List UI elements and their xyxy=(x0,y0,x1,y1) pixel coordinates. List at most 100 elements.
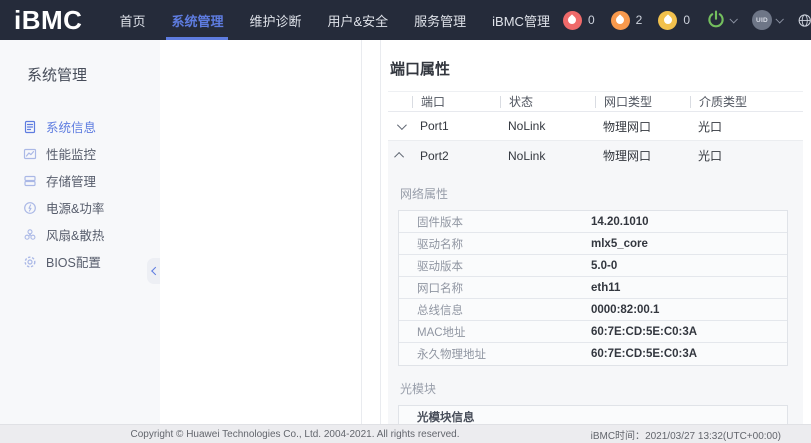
sidebar-menu: 系统信息 性能监控 存储管理 xyxy=(0,113,160,275)
minor-alarm-count: 0 xyxy=(683,13,690,27)
sidebar-item-performance-monitor[interactable]: 性能监控 xyxy=(0,140,160,167)
language-selector[interactable]: 中文 xyxy=(798,1,811,39)
power-icon xyxy=(23,201,37,215)
column-header-port-type: 网口类型 xyxy=(595,96,690,108)
row-label: 总线信息 xyxy=(399,302,591,318)
nav-item-ibmc-management[interactable]: iBMC管理 xyxy=(479,0,563,40)
row-value: 14.20.1010 xyxy=(591,216,649,228)
network-properties-table: 固件版本 14.20.1010 驱动名称 mlx5_core 驱动版本 5.0-… xyxy=(398,210,788,366)
table-row-port2[interactable]: Port2 NoLink 物理网口 光口 xyxy=(388,141,803,170)
table-row: 网口名称 eth11 xyxy=(399,277,787,299)
table-row: 驱动名称 mlx5_core xyxy=(399,233,787,255)
sidebar-item-label: 风扇&散热 xyxy=(46,225,104,244)
ibmc-logo: iBMC xyxy=(14,0,82,40)
power-control-dropdown[interactable] xyxy=(706,10,736,30)
navbar-status-cluster: 0 2 0 UID xyxy=(563,1,811,39)
sidebar-item-power-wattage[interactable]: 电源&功率 xyxy=(0,194,160,221)
port-table-header: 端口 状态 网口类型 介质类型 xyxy=(388,91,803,112)
nav-item-service-management[interactable]: 服务管理 xyxy=(401,0,479,40)
port-type: 物理网口 xyxy=(595,147,690,164)
ibmc-time-label: iBMC时间： xyxy=(591,431,645,442)
sidebar-item-label: 系统信息 xyxy=(46,117,96,136)
port-status: NoLink xyxy=(500,119,595,133)
column-header-media-type: 介质类型 xyxy=(690,96,803,108)
port-media: 光口 xyxy=(690,147,803,164)
row-label: MAC地址 xyxy=(399,324,591,340)
optical-module-info-subheader: 光模块信息 xyxy=(399,406,787,424)
optical-module-table: 光模块信息 厂商 WTD 序列号 HN205200110043 xyxy=(398,405,788,424)
ibmc-time: iBMC时间：2021/03/27 13:32(UTC+00:00) xyxy=(590,427,811,442)
table-row: 永久物理地址 60:7E:CD:5E:C0:3A xyxy=(399,343,787,365)
row-value: eth11 xyxy=(591,282,620,294)
collapse-chevron-up-icon[interactable] xyxy=(394,152,404,162)
table-row: MAC地址 60:7E:CD:5E:C0:3A xyxy=(399,321,787,343)
table-row: 总线信息 0000:82:00.1 xyxy=(399,299,787,321)
port2-details: 网络属性 固件版本 14.20.1010 驱动名称 mlx5_core 驱动版本… xyxy=(388,170,803,424)
table-row-port1[interactable]: Port1 NoLink 物理网口 光口 xyxy=(388,112,803,141)
port-table: 端口 状态 网口类型 介质类型 Port1 NoLink 物理网口 光口 Por… xyxy=(388,91,803,170)
alarm-critical[interactable]: 0 xyxy=(563,11,595,30)
table-row: 固件版本 14.20.1010 xyxy=(399,211,787,233)
critical-alarm-icon xyxy=(563,11,582,30)
major-alarm-count: 2 xyxy=(636,13,643,27)
row-label: 网口名称 xyxy=(399,280,591,296)
main-nav: 首页 系统管理 维护诊断 用户&安全 服务管理 iBMC管理 xyxy=(106,0,563,40)
port-status: NoLink xyxy=(500,149,595,163)
row-label: 驱动版本 xyxy=(399,258,591,274)
panel-divider xyxy=(362,40,381,424)
port-name: Port1 xyxy=(412,119,500,133)
nav-item-home[interactable]: 首页 xyxy=(106,0,158,40)
gear-icon xyxy=(23,255,37,269)
ibmc-time-value: 2021/03/27 13:32(UTC+00:00) xyxy=(645,431,781,442)
uid-icon: UID xyxy=(752,10,772,30)
row-value: 60:7E:CD:5E:C0:3A xyxy=(591,348,697,360)
sidebar-item-bios-config[interactable]: BIOS配置 xyxy=(0,248,160,275)
row-value: 0000:82:00.1 xyxy=(591,304,659,316)
sidebar-item-fan-cooling[interactable]: 风扇&散热 xyxy=(0,221,160,248)
copyright-text: Copyright © Huawei Technologies Co., Ltd… xyxy=(0,429,590,440)
port-name: Port2 xyxy=(412,149,500,163)
critical-alarm-count: 0 xyxy=(588,13,595,27)
network-properties-title: 网络属性 xyxy=(400,185,788,202)
storage-icon xyxy=(23,174,37,188)
sidebar: 系统管理 系统信息 性能监控 存 xyxy=(0,40,160,424)
port-properties-panel: 端口属性 端口 状态 网口类型 介质类型 Port1 NoLink 物理网口 光… xyxy=(382,40,811,424)
minor-alarm-icon xyxy=(658,11,677,30)
power-icon xyxy=(706,10,726,30)
ibmc-page: iBMC 首页 系统管理 维护诊断 用户&安全 服务管理 iBMC管理 0 2 … xyxy=(0,0,811,443)
row-label: 永久物理地址 xyxy=(399,346,591,362)
fan-icon xyxy=(23,228,37,242)
expand-chevron-down-icon[interactable] xyxy=(396,120,406,130)
optical-module-section: 光模块 光模块信息 厂商 WTD 序列号 HN205200110043 xyxy=(398,380,788,424)
uid-indicator-dropdown[interactable]: UID xyxy=(752,10,782,30)
sidebar-item-label: 存储管理 xyxy=(46,171,96,190)
sidebar-item-label: 性能监控 xyxy=(46,144,96,163)
row-label: 固件版本 xyxy=(399,214,591,230)
row-value: 60:7E:CD:5E:C0:3A xyxy=(591,326,697,338)
globe-icon xyxy=(798,12,811,29)
content-left-panel xyxy=(160,40,362,424)
sidebar-item-system-info[interactable]: 系统信息 xyxy=(0,113,160,140)
sidebar-title: 系统管理 xyxy=(0,40,160,85)
nav-item-system-management[interactable]: 系统管理 xyxy=(158,0,236,40)
alarm-major[interactable]: 2 xyxy=(611,11,643,30)
row-label: 驱动名称 xyxy=(399,236,591,252)
alarm-minor[interactable]: 0 xyxy=(658,11,690,30)
chevron-down-icon xyxy=(729,15,737,23)
chart-icon xyxy=(23,147,37,161)
page-title: 端口属性 xyxy=(390,58,803,79)
top-navbar: iBMC 首页 系统管理 维护诊断 用户&安全 服务管理 iBMC管理 0 2 … xyxy=(0,0,811,40)
row-value: mlx5_core xyxy=(591,238,648,250)
port-type: 物理网口 xyxy=(595,118,690,135)
sidebar-collapse-button[interactable] xyxy=(147,258,160,284)
nav-item-maintenance-diagnosis[interactable]: 维护诊断 xyxy=(236,0,314,40)
port-media: 光口 xyxy=(690,118,803,135)
nav-item-user-security[interactable]: 用户&安全 xyxy=(314,0,401,40)
sidebar-item-storage-management[interactable]: 存储管理 xyxy=(0,167,160,194)
optical-module-title: 光模块 xyxy=(400,380,788,397)
table-row: 驱动版本 5.0-0 xyxy=(399,255,787,277)
sidebar-item-label: 电源&功率 xyxy=(46,198,104,217)
sidebar-item-label: BIOS配置 xyxy=(46,252,101,271)
document-icon xyxy=(23,120,37,134)
major-alarm-icon xyxy=(611,11,630,30)
